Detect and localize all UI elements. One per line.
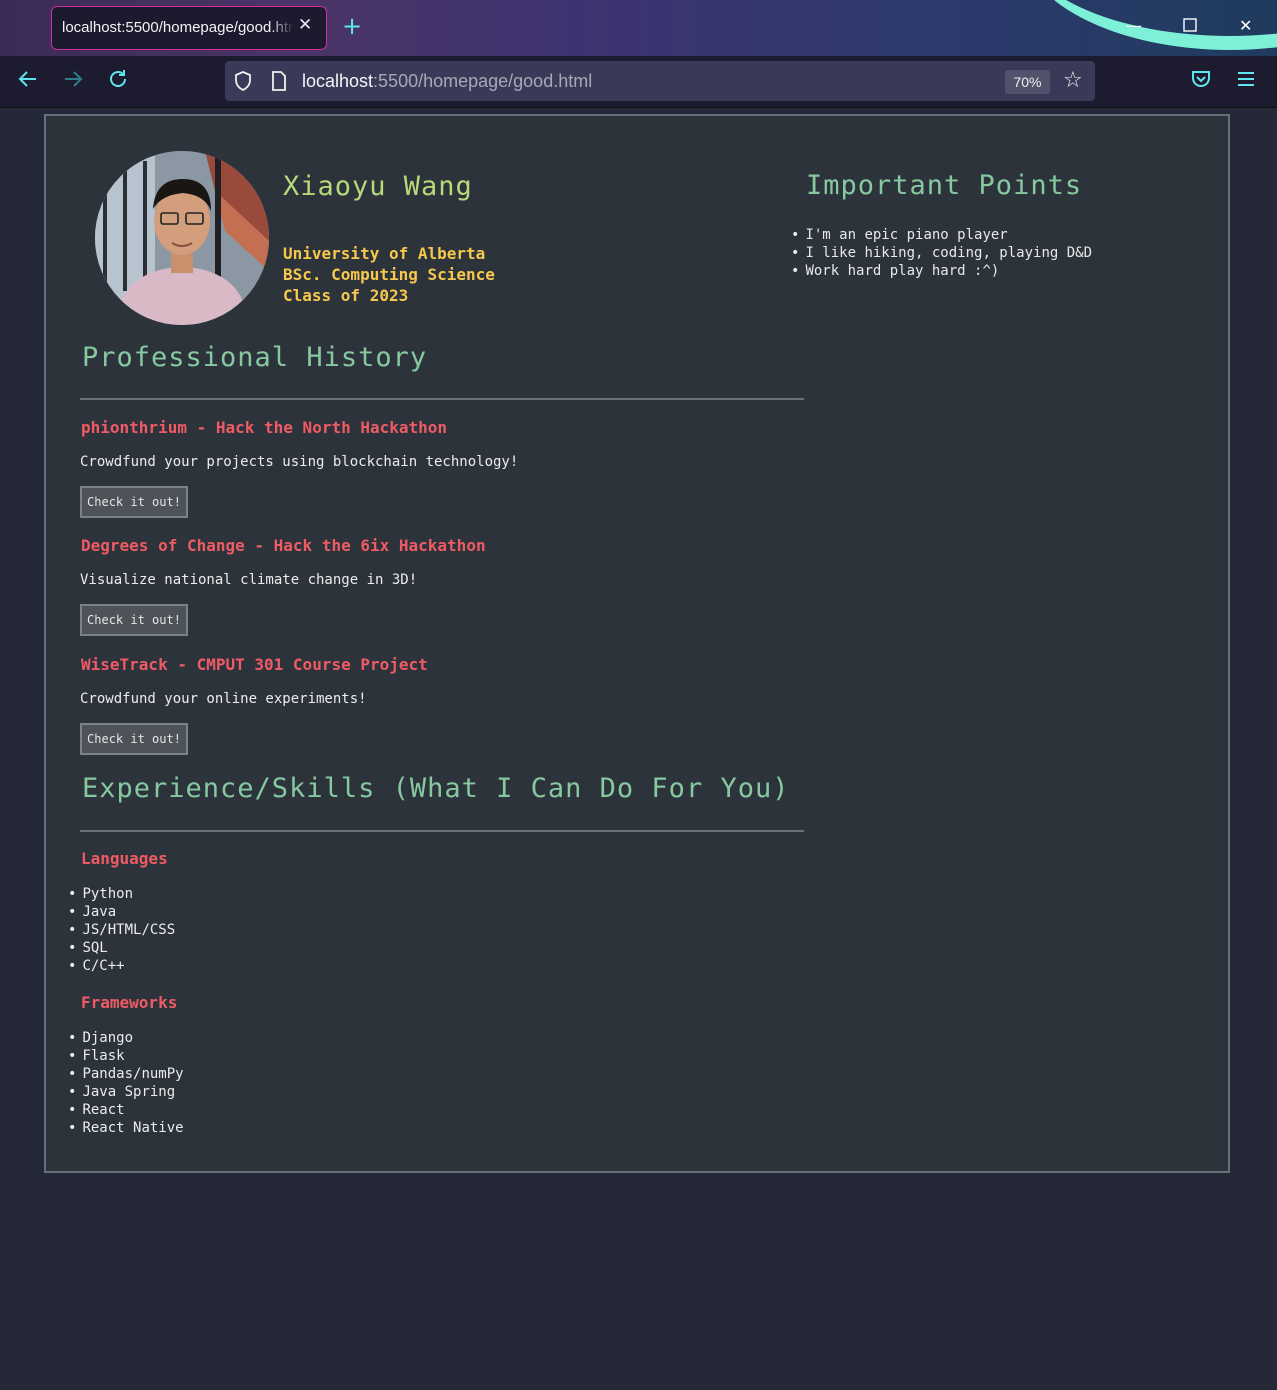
new-tab-plus-icon[interactable]: +: [342, 14, 362, 38]
education-block: University of Alberta BSc. Computing Sci…: [283, 243, 495, 306]
address-bar[interactable]: localhost:5500/homepage/good.html 70% ☆: [225, 61, 1095, 101]
list-item: Java Spring: [68, 1083, 184, 1101]
check-it-out-button[interactable]: Check it out!: [80, 486, 188, 518]
page-icon[interactable]: [270, 70, 288, 98]
check-it-out-button[interactable]: Check it out!: [80, 723, 188, 755]
list-item: React: [68, 1101, 184, 1119]
reload-icon[interactable]: [107, 68, 129, 97]
navigation-toolbar: localhost:5500/homepage/good.html 70% ☆: [0, 56, 1277, 108]
window-close-icon[interactable]: ✕: [1239, 16, 1252, 36]
url-text[interactable]: localhost:5500/homepage/good.html: [302, 71, 592, 92]
list-item: JS/HTML/CSS: [68, 921, 175, 939]
browser-tab[interactable]: localhost:5500/homepage/good.html ✕: [51, 6, 327, 50]
bookmark-star-icon[interactable]: ☆: [1063, 68, 1083, 94]
browser-titlebar: localhost:5500/homepage/good.html ✕ + — …: [0, 0, 1277, 56]
education-school: University of Alberta: [283, 244, 486, 263]
section-divider: [80, 830, 804, 832]
project-description: Visualize national climate change in 3D!: [80, 572, 418, 588]
arrow-left-icon[interactable]: [17, 68, 39, 97]
maximize-icon[interactable]: [1183, 17, 1197, 37]
list-item: Pandas/numPy: [68, 1065, 183, 1083]
project-description: Crowdfund your online experiments!: [80, 691, 367, 707]
tab-close-icon[interactable]: ✕: [298, 15, 312, 35]
project-title: WiseTrack - CMPUT 301 Course Project: [81, 655, 428, 674]
list-item: I'm an epic piano player: [791, 226, 1092, 244]
education-degree: BSc. Computing Science: [283, 265, 495, 284]
professional-history-heading: Professional History: [82, 342, 428, 373]
pocket-icon[interactable]: [1190, 68, 1212, 97]
tab-title: localhost:5500/homepage/good.html: [62, 19, 294, 36]
important-points-list: I'm an epic piano player I like hiking, …: [791, 226, 1092, 280]
arrow-right-icon[interactable]: [62, 68, 84, 97]
profile-name: Xiaoyu Wang: [283, 171, 473, 202]
project-title: phionthrium - Hack the North Hackathon: [81, 418, 448, 437]
minimize-icon[interactable]: —: [1126, 16, 1142, 36]
page-container: Xiaoyu Wang University of Alberta BSc. C…: [44, 114, 1230, 1173]
check-it-out-button[interactable]: Check it out!: [80, 604, 188, 636]
important-points-heading: Important Points: [806, 170, 1083, 201]
list-item: I like hiking, coding, playing D&D: [791, 244, 1092, 262]
frameworks-list: Django Flask Pandas/numPy Java Spring Re…: [68, 1029, 184, 1137]
list-item: Flask: [68, 1047, 184, 1065]
shield-icon[interactable]: [233, 70, 253, 98]
list-item: React Native: [68, 1119, 183, 1137]
project-description: Crowdfund your projects using blockchain…: [80, 454, 519, 470]
zoom-level-badge[interactable]: 70%: [1005, 70, 1050, 94]
languages-heading: Languages: [81, 849, 168, 868]
frameworks-heading: Frameworks: [81, 993, 178, 1012]
list-item: SQL: [68, 939, 175, 957]
list-item: Java: [68, 903, 175, 921]
list-item: Django: [68, 1029, 184, 1047]
list-item: Work hard play hard :^): [791, 262, 1092, 280]
list-item: C/C++: [68, 957, 175, 975]
hamburger-menu-icon[interactable]: [1236, 68, 1256, 97]
education-class: Class of 2023: [283, 286, 409, 305]
languages-list: Python Java JS/HTML/CSS SQL C/C++: [68, 885, 175, 975]
skills-heading: Experience/Skills (What I Can Do For You…: [82, 773, 790, 804]
profile-photo: [95, 151, 269, 325]
project-title: Degrees of Change - Hack the 6ix Hackath…: [81, 536, 486, 555]
section-divider: [80, 398, 804, 400]
list-item: Python: [68, 885, 175, 903]
